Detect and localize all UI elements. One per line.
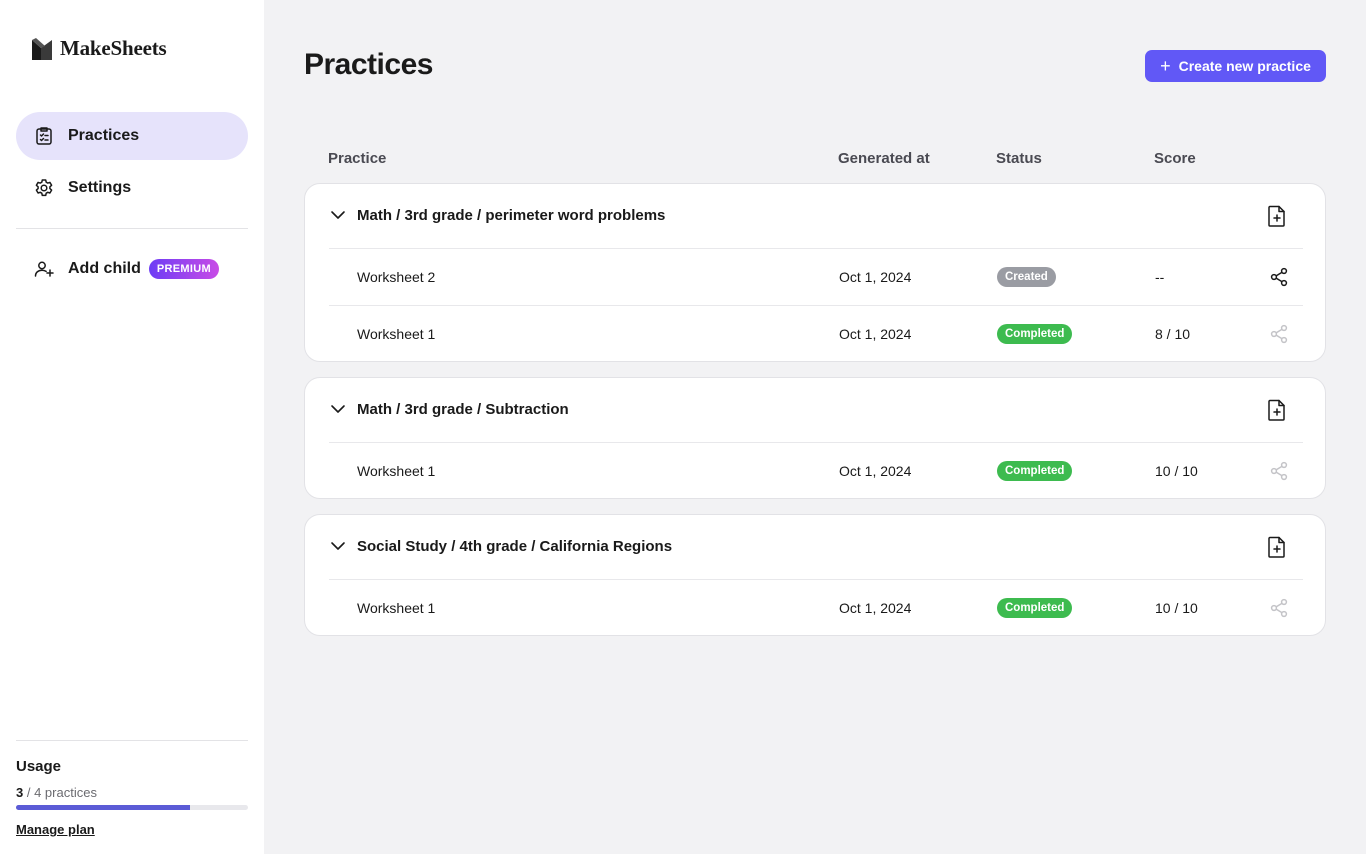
worksheet-row[interactable]: Worksheet 1 Oct 1, 2024 Completed 10 / 10 (329, 579, 1303, 636)
share-icon (1269, 443, 1289, 499)
add-child-label: Add child (68, 260, 141, 277)
practice-group-title: Social Study / 4th grade / California Re… (357, 538, 673, 555)
sidebar-item-label: Settings (68, 179, 132, 196)
sidebar-item-label: Practices (68, 127, 140, 144)
worksheet-row[interactable]: Worksheet 1 Oct 1, 2024 Completed 10 / 10 (329, 442, 1303, 499)
practice-group-card: Math / 3rd grade / perimeter word proble… (304, 183, 1326, 362)
plus-icon: + (1160, 56, 1171, 76)
chevron-down-icon[interactable] (329, 537, 347, 555)
premium-badge: PREMIUM (148, 259, 219, 279)
status-cell: Completed (997, 306, 1073, 362)
usage-section: Usage 3 / 4 practices Manage plan (16, 758, 248, 839)
page-title: Practices (304, 48, 433, 81)
sidebar-item-settings[interactable]: Settings (16, 164, 248, 212)
worksheet-name[interactable]: Worksheet 2 (357, 249, 435, 305)
new-worksheet-icon[interactable] (1267, 205, 1287, 227)
column-header-practice: Practice (328, 150, 387, 167)
worksheet-name[interactable]: Worksheet 1 (357, 306, 435, 362)
gear-icon (34, 178, 54, 198)
score: 10 / 10 (1155, 600, 1198, 616)
new-worksheet-icon[interactable] (1267, 399, 1287, 421)
generated-date: Oct 1, 2024 (839, 600, 912, 616)
practice-group-header: Math / 3rd grade / Subtraction (305, 378, 1325, 442)
status-badge: Created (997, 267, 1056, 287)
score: 8 / 10 (1155, 326, 1191, 342)
sidebar: MakeSheets Practices Settings Add child … (0, 0, 264, 854)
score: -- (1155, 269, 1165, 285)
usage-title: Usage (16, 758, 62, 775)
generated-date: Oct 1, 2024 (839, 269, 912, 285)
status-badge: Completed (997, 324, 1073, 344)
usage-divider (16, 740, 248, 741)
practice-group-card: Social Study / 4th grade / California Re… (304, 514, 1326, 636)
new-worksheet-icon[interactable] (1267, 536, 1287, 558)
makesheets-logo-icon (32, 37, 52, 60)
score: 10 / 10 (1155, 463, 1198, 479)
share-icon (1269, 306, 1289, 362)
generated-date: Oct 1, 2024 (839, 463, 912, 479)
app-logo[interactable]: MakeSheets (32, 36, 167, 61)
practice-group-card: Math / 3rd grade / Subtraction Worksheet … (304, 377, 1326, 499)
worksheet-row[interactable]: Worksheet 2 Oct 1, 2024 Created -- (329, 248, 1303, 305)
practice-group-title: Math / 3rd grade / Subtraction (357, 401, 569, 418)
chevron-down-icon[interactable] (329, 206, 347, 224)
column-header-status: Status (996, 150, 1042, 167)
generated-date: Oct 1, 2024 (839, 326, 912, 342)
column-header-score: Score (1154, 150, 1196, 167)
status-badge: Completed (997, 598, 1073, 618)
usage-progress-fill (16, 805, 190, 810)
worksheet-name[interactable]: Worksheet 1 (357, 443, 435, 499)
usage-total: / 4 practices (26, 785, 97, 800)
usage-progress-bar (16, 805, 248, 810)
sidebar-item-practices[interactable]: Practices (16, 112, 248, 160)
status-cell: Completed (997, 580, 1073, 636)
chevron-down-icon[interactable] (329, 400, 347, 418)
create-new-practice-button[interactable]: + Create new practice (1145, 50, 1326, 82)
practice-group-header: Social Study / 4th grade / California Re… (305, 515, 1325, 579)
add-child-button[interactable]: Add child PREMIUM (16, 245, 248, 293)
worksheet-name[interactable]: Worksheet 1 (357, 580, 435, 636)
app-name: MakeSheets (60, 36, 167, 60)
status-cell: Created (997, 249, 1056, 305)
share-icon[interactable] (1269, 249, 1289, 305)
status-cell: Completed (997, 443, 1073, 499)
usage-used: 3 (16, 785, 24, 800)
worksheet-row[interactable]: Worksheet 1 Oct 1, 2024 Completed 8 / 10 (329, 305, 1303, 362)
status-badge: Completed (997, 461, 1073, 481)
manage-plan-link[interactable]: Manage plan (16, 822, 95, 837)
create-button-label: Create new practice (1178, 58, 1311, 74)
column-header-generated-at: Generated at (838, 150, 930, 167)
sidebar-divider (16, 228, 248, 229)
practice-group-title: Math / 3rd grade / perimeter word proble… (357, 207, 666, 224)
share-icon (1269, 580, 1289, 636)
user-plus-icon (34, 259, 54, 279)
practice-group-header: Math / 3rd grade / perimeter word proble… (305, 184, 1325, 248)
clipboard-list-icon (34, 126, 54, 146)
usage-count: 3 / 4 practices (16, 785, 248, 800)
